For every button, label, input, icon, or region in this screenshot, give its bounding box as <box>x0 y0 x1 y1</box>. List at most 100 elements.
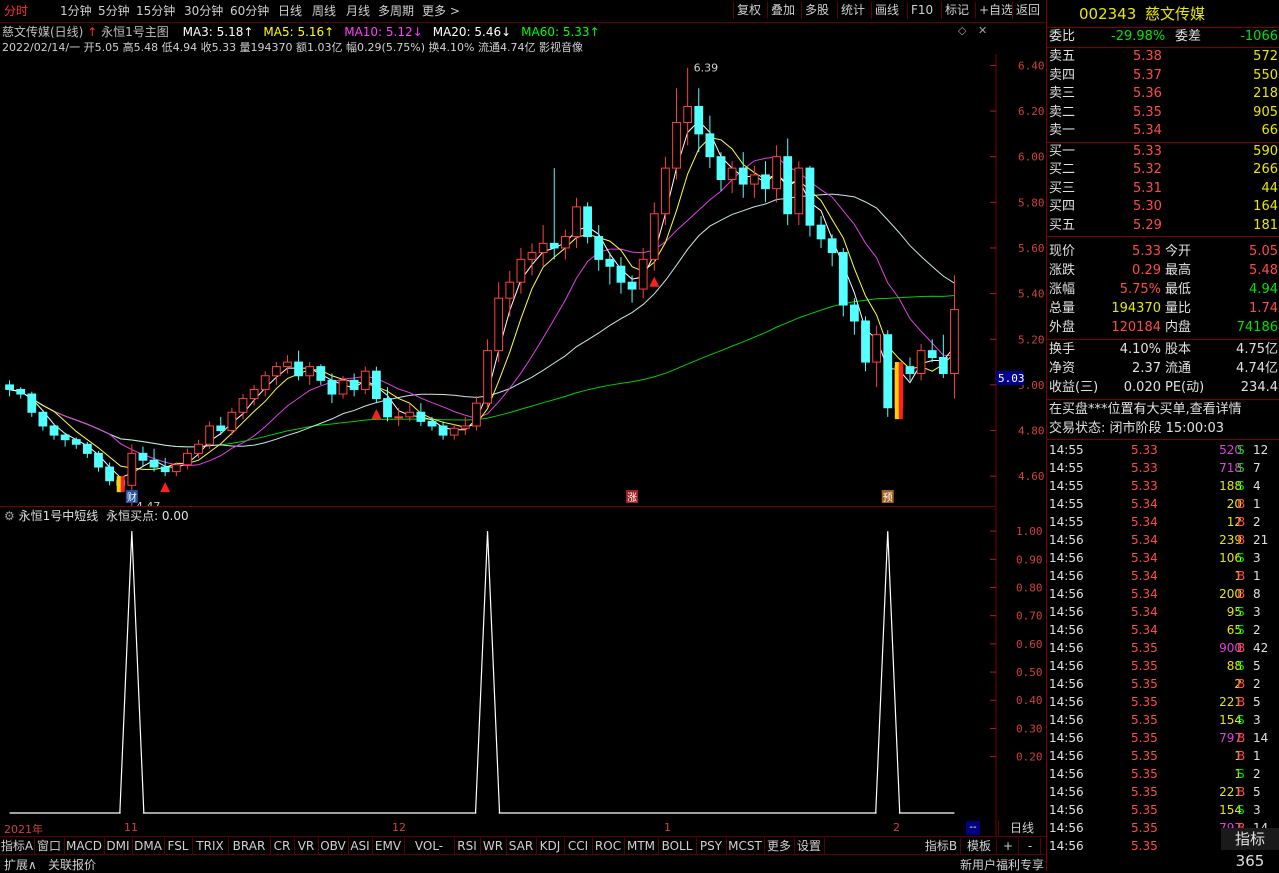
candle[interactable] <box>672 88 681 180</box>
toolbar-button[interactable]: 标记 <box>941 2 972 19</box>
period-tab[interactable]: 1分钟 <box>60 3 92 19</box>
candlestick-chart[interactable]: 4.604.805.005.205.405.605.806.006.206.40… <box>0 54 1046 506</box>
candle[interactable] <box>850 298 859 335</box>
period-tab[interactable]: 分时 <box>4 3 28 19</box>
candle[interactable] <box>360 366 370 395</box>
indicator-name[interactable]: 永恒1号主图 <box>101 25 169 39</box>
candle[interactable] <box>727 161 737 194</box>
period-tab[interactable]: 月线 <box>346 3 370 19</box>
candle[interactable] <box>927 339 937 363</box>
candle[interactable] <box>171 462 181 477</box>
candle[interactable] <box>305 362 315 385</box>
candle[interactable] <box>816 216 826 248</box>
toolbar-button[interactable]: 返回 <box>1012 2 1043 19</box>
candle[interactable] <box>105 462 114 486</box>
candle[interactable] <box>49 423 59 440</box>
indicator-tab[interactable]: EMV <box>372 838 405 854</box>
indicator-tab[interactable]: CR <box>270 838 295 854</box>
candle[interactable] <box>861 316 870 372</box>
candle[interactable] <box>5 380 14 397</box>
indicator-tab[interactable]: 指标A <box>0 838 35 854</box>
candle[interactable] <box>772 145 781 203</box>
indicator-tab[interactable]: 设置 <box>794 838 825 854</box>
indicator-tab[interactable]: RSI <box>454 838 481 854</box>
diamond-icon[interactable]: ◇ <box>958 24 966 37</box>
candle[interactable] <box>260 371 270 397</box>
candle[interactable] <box>783 138 793 226</box>
candle[interactable] <box>294 350 303 381</box>
candle[interactable] <box>394 407 404 426</box>
new-user-promo[interactable]: 新用户福利专享 <box>960 856 1044 873</box>
indicator-tab[interactable]: TRIX <box>192 838 229 854</box>
indicator-tab[interactable]: - <box>1020 838 1041 854</box>
candle[interactable] <box>349 373 359 397</box>
candle[interactable] <box>227 407 237 436</box>
indicator-tab[interactable]: FSL <box>164 838 193 854</box>
indicator-tab[interactable]: 指标B <box>922 838 961 854</box>
candle[interactable] <box>683 67 693 146</box>
candle[interactable] <box>583 202 592 244</box>
indicator-tab[interactable]: BOLL <box>658 838 697 854</box>
candle[interactable] <box>216 416 226 436</box>
indicator-tab[interactable]: 更多 <box>764 838 795 854</box>
candle[interactable] <box>805 165 815 237</box>
candle[interactable] <box>905 357 915 381</box>
candle[interactable] <box>716 152 726 191</box>
candle[interactable] <box>60 432 70 447</box>
indicator-tab[interactable]: DMA <box>132 838 165 854</box>
indicator-tab[interactable]: BRAR <box>228 838 271 854</box>
candle[interactable] <box>71 437 81 449</box>
candle[interactable] <box>438 421 448 440</box>
candle[interactable] <box>138 446 148 468</box>
candle[interactable] <box>705 115 715 169</box>
indicator-tab[interactable]: VOL-TDX <box>404 838 455 869</box>
candle[interactable] <box>449 423 459 440</box>
indicator-tab[interactable]: MCST <box>726 838 765 854</box>
toolbar-button[interactable]: 复权 <box>733 2 764 19</box>
period-tab[interactable]: 60分钟 <box>230 3 269 19</box>
candle[interactable] <box>194 439 203 458</box>
toolbar-button[interactable]: 画线 <box>871 2 902 19</box>
candle[interactable] <box>549 168 559 260</box>
candle[interactable] <box>316 364 326 385</box>
indicator-tab[interactable]: OBV <box>318 838 349 854</box>
indicator-tab[interactable]: DMI <box>104 838 133 854</box>
indicator-tab[interactable]: MTM <box>624 838 659 854</box>
candle[interactable] <box>761 161 770 203</box>
indicator-tab[interactable]: VR <box>294 838 319 854</box>
toolbar-button[interactable]: F10 <box>907 2 936 19</box>
indicator-tab[interactable]: + <box>998 838 1019 854</box>
candle[interactable] <box>271 362 281 385</box>
toolbar-button[interactable]: +自选 <box>975 2 1016 19</box>
close-icon[interactable]: ✕ <box>978 24 987 37</box>
candle[interactable] <box>327 373 337 404</box>
indicator-tab[interactable]: SAR <box>506 838 537 854</box>
candle[interactable] <box>794 161 804 226</box>
candle[interactable] <box>916 343 926 381</box>
candle[interactable] <box>82 441 92 458</box>
period-tab[interactable]: 5分钟 <box>98 3 130 19</box>
candle[interactable] <box>27 391 37 417</box>
candle[interactable] <box>16 387 26 399</box>
candle[interactable] <box>838 247 848 317</box>
period-tab[interactable]: 30分钟 <box>184 3 223 19</box>
candle[interactable] <box>527 243 537 276</box>
period-tab[interactable]: 日线 <box>278 3 302 19</box>
indicator-tab[interactable]: 模板 <box>962 838 997 854</box>
candle[interactable] <box>827 234 837 267</box>
candle[interactable] <box>638 247 648 299</box>
scroll-marker[interactable]: -- <box>966 821 980 835</box>
candle[interactable] <box>872 325 882 388</box>
candle[interactable] <box>483 339 492 408</box>
indicator-tab[interactable]: WR <box>480 838 507 854</box>
toolbar-button[interactable]: 叠加 <box>767 2 798 19</box>
indicator-tab[interactable]: PSY <box>696 838 727 854</box>
event-marker[interactable]: 财 <box>127 491 137 504</box>
candle[interactable] <box>372 366 381 404</box>
candle[interactable] <box>950 275 959 399</box>
related-quote-button[interactable]: 关联报价 <box>48 856 96 873</box>
event-marker[interactable]: 涨 <box>627 492 637 504</box>
candle[interactable] <box>205 421 215 449</box>
expand-button[interactable]: 扩展∧ <box>4 856 37 873</box>
candle[interactable] <box>160 457 170 477</box>
